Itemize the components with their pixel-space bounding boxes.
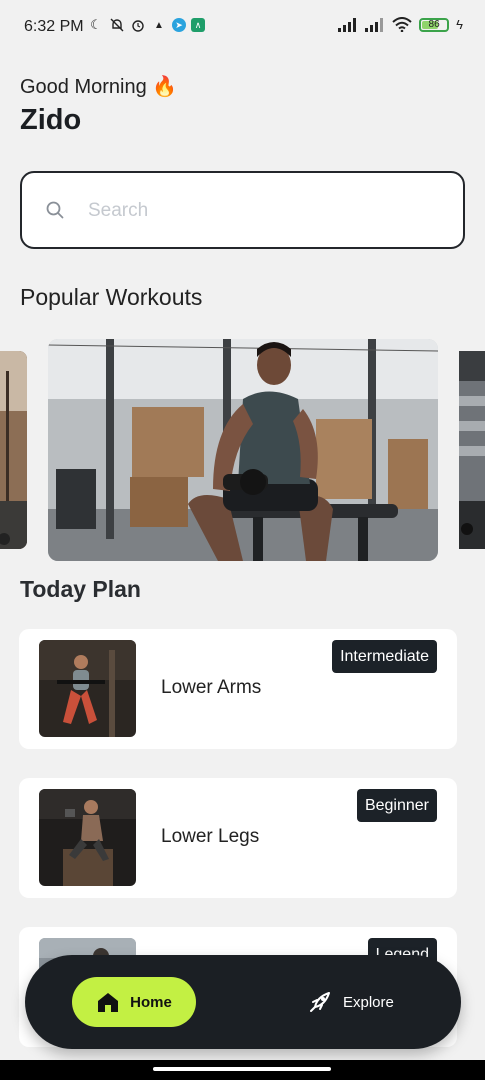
home-indicator[interactable] [153, 1067, 331, 1071]
workout-image-next [459, 351, 485, 549]
nav-home-button[interactable]: Home [72, 977, 196, 1027]
search-input[interactable] [86, 195, 430, 227]
level-badge: Beginner [356, 789, 437, 822]
popular-workouts-title: Popular Workouts [20, 284, 203, 310]
bottom-navigation: Home Explore [25, 955, 461, 1049]
chart-app-icon: ∧ [191, 18, 205, 32]
workout-card-next[interactable] [459, 351, 485, 549]
workout-card-previous[interactable] [0, 351, 27, 549]
workout-image-previous [0, 351, 27, 549]
signal-icon [338, 17, 357, 32]
bell-off-icon [109, 17, 125, 33]
status-time: 6:32 PM [24, 18, 84, 35]
workout-card-featured[interactable] [48, 339, 438, 561]
battery-level: 86 [428, 19, 440, 30]
status-system-icons: 86 ϟ [338, 17, 463, 32]
search-icon [46, 201, 64, 219]
wifi-icon [392, 17, 412, 32]
alarm-icon [130, 17, 146, 33]
moon-icon: ☾ [90, 17, 102, 32]
telegram-icon: ➤ [172, 18, 186, 32]
home-icon [98, 993, 119, 1012]
plan-name: Lower Arms [161, 677, 262, 698]
today-plan-title: Today Plan [20, 576, 141, 602]
system-navigation-bar [0, 1060, 485, 1080]
charging-icon: ϟ [456, 17, 463, 32]
popular-workouts-carousel[interactable] [0, 339, 485, 561]
nav-explore-label: Explore [343, 993, 394, 1011]
nav-explore-button[interactable]: Explore [307, 977, 407, 1027]
plan-name: Lower Legs [161, 826, 260, 847]
level-badge: Intermediate [332, 640, 437, 673]
workout-image-featured [48, 339, 438, 561]
plan-card-lower-arms[interactable]: Lower Arms Intermediate [19, 629, 457, 749]
plan-thumbnail [39, 789, 136, 886]
rocket-icon [310, 992, 330, 1012]
signal-icon-2 [365, 17, 384, 32]
greeting-text: Good Morning 🔥 [20, 76, 178, 98]
plan-thumbnail [39, 640, 136, 737]
status-notification-icons: ☾ ▲ ➤ ∧ [88, 17, 205, 33]
search-box[interactable] [20, 171, 465, 249]
battery-icon: 86 [419, 17, 450, 32]
nav-home-label: Home [130, 993, 172, 1011]
status-bar: 6:32 PM ☾ ▲ ➤ ∧ 86 ϟ [0, 0, 485, 56]
app-notification-icon: ▲ [154, 19, 164, 31]
user-name: Zido [20, 104, 82, 136]
plan-card-lower-legs[interactable]: Lower Legs Beginner [19, 778, 457, 898]
